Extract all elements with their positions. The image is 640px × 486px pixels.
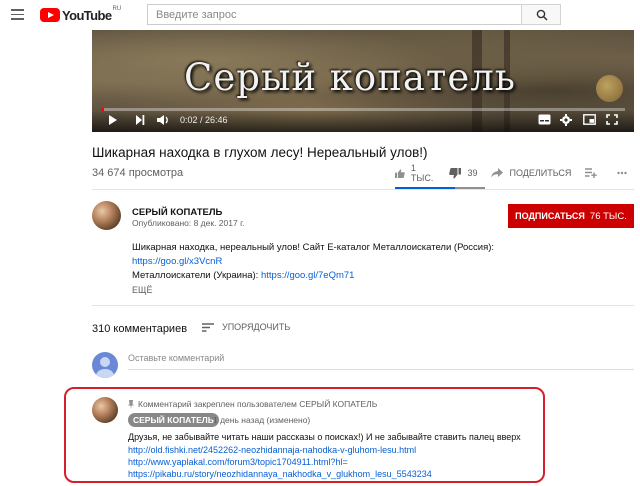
volume-icon[interactable] — [156, 114, 170, 126]
logo-play-icon — [40, 8, 60, 22]
progress-fill — [101, 108, 104, 111]
like-count: 1 ТЫС. — [410, 163, 434, 183]
more-icon — [617, 171, 628, 175]
add-comment-underline — [128, 369, 634, 370]
comment-text: Друзья, не забывайте читать наши рассказ… — [128, 432, 521, 442]
menu-icon[interactable] — [11, 9, 24, 20]
description-text: Металлоискатели (Украина): — [132, 270, 261, 281]
share-label: ПОДЕЛИТЬСЯ — [509, 168, 572, 178]
description-line: Шикарная находка, нереальный улов! Сайт … — [132, 242, 495, 253]
time-display: 0:02 / 26:46 — [180, 115, 228, 125]
description-divider — [92, 305, 634, 306]
dislike-count: 39 — [467, 168, 478, 178]
subscribe-button[interactable]: ПОДПИСАТЬСЯ 76 ТЫС. — [508, 204, 634, 228]
settings-icon[interactable] — [560, 114, 572, 126]
logo-region: RU — [112, 6, 122, 12]
pinned-note: Комментарий закреплен пользователем СЕРЫ… — [128, 399, 377, 409]
fullscreen-icon[interactable] — [606, 114, 618, 125]
add-to-playlist-button[interactable] — [585, 168, 603, 178]
youtube-logo[interactable]: YouTube RU — [40, 6, 122, 23]
play-icon[interactable] — [108, 114, 118, 126]
subtitles-icon[interactable] — [538, 114, 551, 125]
comment-author-badge[interactable]: СЕРЫЙ КОПАТЕЛЬ — [128, 413, 219, 427]
dislike-icon — [449, 167, 462, 178]
video-actions: 1 ТЫС. 39 ПОДЕЛИТЬСЯ — [395, 163, 640, 183]
comment-timestamp[interactable]: 1 день назад (изменено) — [213, 415, 310, 425]
comment-link[interactable]: http://www.yaplakal.com/forum3/topic1704… — [128, 457, 348, 467]
channel-avatar[interactable] — [92, 201, 121, 230]
like-button[interactable]: 1 ТЫС. — [395, 163, 435, 183]
video-title: Шикарная находка в глухом лесу! Нереальн… — [92, 145, 428, 160]
player-controls — [92, 110, 634, 132]
miniplayer-icon[interactable] — [583, 114, 596, 125]
subscriber-count: 76 ТЫС. — [589, 210, 627, 222]
pin-icon — [128, 399, 134, 409]
dislike-button[interactable]: 39 — [449, 167, 478, 179]
sort-icon — [202, 322, 214, 332]
user-avatar-icon — [92, 352, 118, 378]
share-icon — [491, 168, 504, 178]
share-button[interactable]: ПОДЕЛИТЬСЯ — [491, 168, 571, 178]
search-icon — [536, 9, 548, 21]
search-input[interactable]: Введите запрос — [147, 4, 521, 25]
search-button[interactable] — [521, 4, 561, 25]
sort-label: УПОРЯДОЧИТЬ — [222, 322, 291, 332]
next-icon[interactable] — [135, 114, 145, 126]
masthead: YouTube RU Введите запрос — [0, 0, 640, 30]
comment-author-avatar[interactable] — [92, 397, 118, 423]
channel-name[interactable]: СЕРЫЙ КОПАТЕЛЬ — [132, 207, 222, 218]
comment-link[interactable]: https://pikabu.ru/story/neozhidannaya_na… — [128, 469, 432, 479]
progress-bar[interactable] — [101, 108, 625, 111]
more-actions-button[interactable] — [617, 171, 633, 175]
like-icon — [395, 168, 405, 178]
description-link[interactable]: https://goo.gl/x3VcnR — [132, 256, 222, 267]
comment-link[interactable]: http://old.fishki.net/2452262-neozhidann… — [128, 445, 416, 455]
publish-date: Опубликовано: 8 дек. 2017 г. — [132, 218, 245, 228]
video-frame-coin — [596, 75, 623, 102]
description-line: Металлоискатели (Украина): https://goo.g… — [132, 270, 354, 281]
comment-count: 310 комментариев — [92, 323, 188, 335]
info-divider — [92, 189, 634, 190]
video-frame-title: Серый копатель — [184, 56, 516, 99]
video-player[interactable]: Серый копатель 0:02 / 26:46 — [92, 30, 634, 132]
subscribe-label: ПОДПИСАТЬСЯ — [515, 211, 585, 221]
description-link[interactable]: https://goo.gl/7eQm71 — [261, 270, 354, 281]
view-count: 34 674 просмотра — [92, 167, 184, 179]
pinned-note-text: Комментарий закреплен пользователем СЕРЫ… — [138, 399, 378, 409]
show-more-button[interactable]: ЕЩЁ — [132, 285, 152, 295]
sort-button[interactable]: УПОРЯДОЧИТЬ — [202, 322, 290, 332]
add-to-playlist-icon — [585, 168, 598, 178]
logo-text: YouTube — [62, 7, 112, 23]
add-comment-input[interactable]: Оставьте комментарий — [128, 353, 224, 363]
